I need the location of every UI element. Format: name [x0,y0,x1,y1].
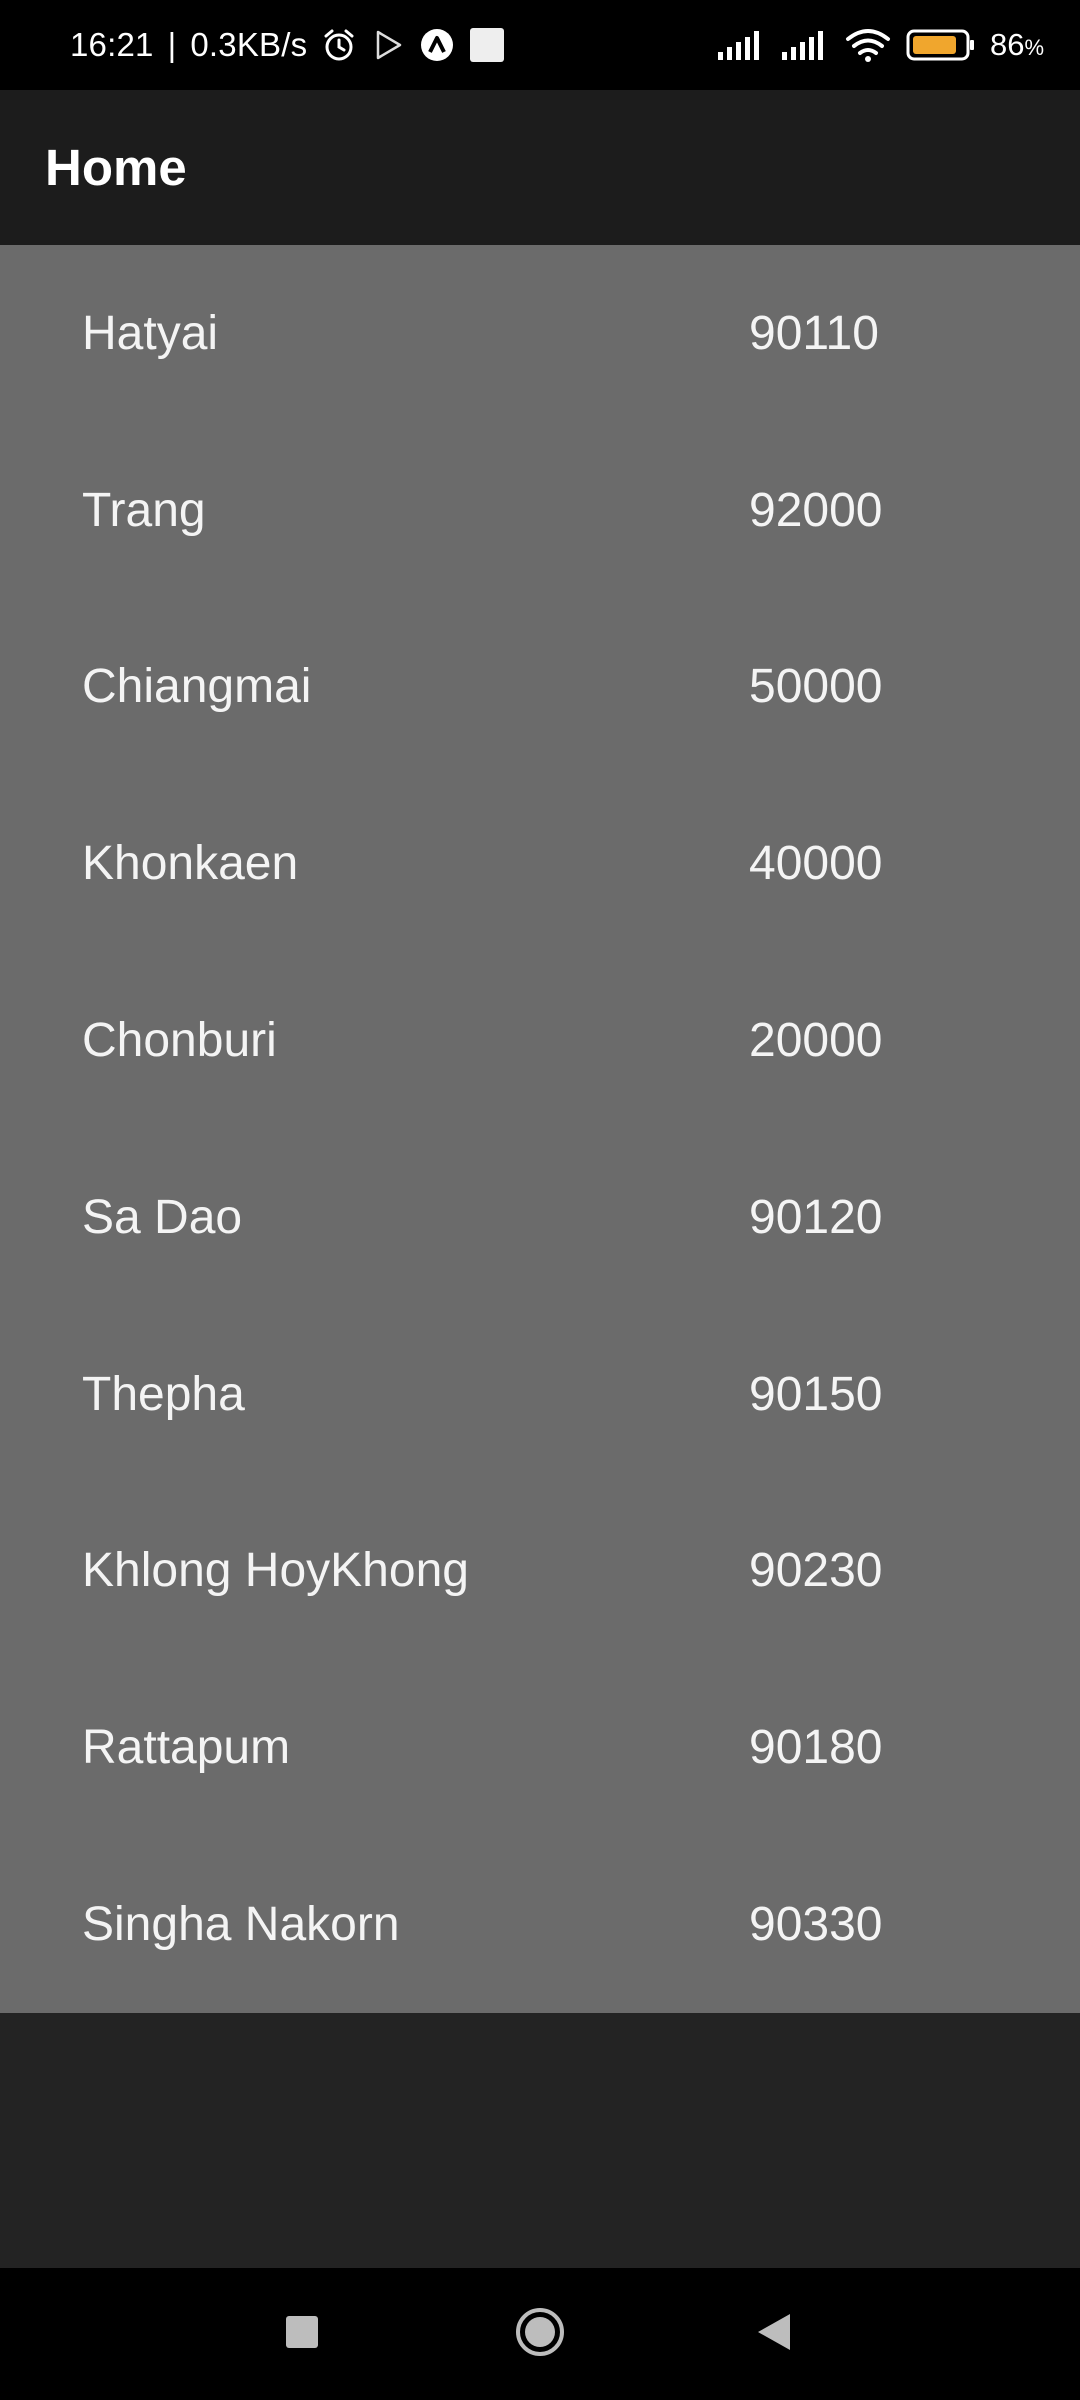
city-name: Thepha [82,1367,245,1421]
postal-code: 90180 [749,1721,883,1775]
app-bar: Home [0,90,1080,245]
notification-square-icon [469,27,505,63]
status-time: 16:21 [70,26,154,63]
cell-signal-icon [716,28,766,62]
list-item[interactable]: Singha Nakorn 90330 [0,1836,1080,2013]
cell-signal-icon [780,28,830,62]
recents-button[interactable] [262,2268,342,2400]
network-speed: 0.3KB/s [190,26,308,63]
home-circle-icon [515,2307,565,2362]
city-name: Rattapum [82,1721,291,1775]
postal-code: 90150 [749,1367,883,1421]
status-left: 16:21 | 0.3KB/s [70,26,505,64]
list-item[interactable]: Chiangmai 50000 [0,599,1080,776]
status-right: 86% [716,27,1044,63]
city-name: Trang [82,483,206,537]
city-name: Singha Nakorn [82,1898,400,1952]
battery-percent-unit: % [1024,35,1044,60]
city-name: Khlong HoyKhong [82,1544,469,1598]
postal-code: 90230 [749,1544,883,1598]
wifi-icon [844,27,892,63]
postal-code: 90120 [749,1190,883,1244]
city-name: Hatyai [82,306,219,360]
list-item[interactable]: Sa Dao 90120 [0,1129,1080,1306]
play-store-icon [371,28,405,62]
status-separator: | [167,26,177,63]
home-button[interactable] [500,2268,580,2400]
app-a-icon [419,27,455,63]
list-item[interactable]: Khonkaen 40000 [0,775,1080,952]
postal-code: 40000 [749,837,883,891]
city-list[interactable]: Hatyai 90110 Trang 92000 Chiangmai 50000… [0,245,1080,2013]
city-name: Sa Dao [82,1190,243,1244]
postal-code: 90110 [749,306,879,360]
battery-percent-value: 86 [989,27,1025,62]
city-name: Chonburi [82,1014,277,1068]
list-item[interactable]: Hatyai 90110 [0,245,1080,422]
battery-percent: 86% [990,27,1044,63]
postal-code: 90330 [749,1898,883,1952]
city-name: Chiangmai [82,660,312,714]
city-name: Khonkaen [82,837,299,891]
alarm-icon [321,27,357,63]
status-bar: 16:21 | 0.3KB/s 86% [0,0,1080,90]
list-item[interactable]: Thepha 90150 [0,1306,1080,1483]
back-button[interactable] [734,2268,814,2400]
postal-code: 20000 [749,1014,883,1068]
postal-code: 50000 [749,660,883,714]
postal-code: 92000 [749,483,883,537]
list-item[interactable]: Rattapum 90180 [0,1659,1080,1836]
back-triangle-icon [756,2312,792,2357]
page-title: Home [45,139,187,196]
list-item[interactable]: Khlong HoyKhong 90230 [0,1483,1080,1660]
list-item[interactable]: Trang 92000 [0,422,1080,599]
battery-icon [906,28,976,62]
navigation-bar [0,2268,1080,2400]
list-item[interactable]: Chonburi 20000 [0,952,1080,1129]
recents-square-icon [285,2315,319,2354]
screen: 16:21 | 0.3KB/s 86% Home Hatyai 90110 Tr… [0,0,1080,2400]
